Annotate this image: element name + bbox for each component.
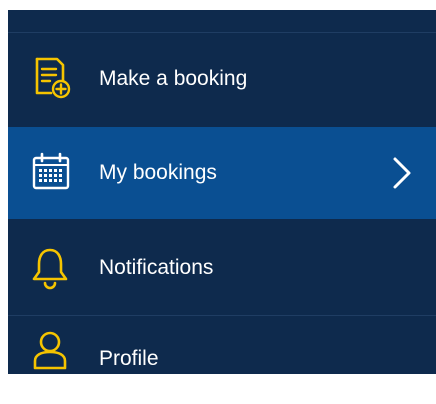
calendar-icon [32,152,70,190]
menu-item-label: My bookings [99,161,217,184]
menu-item-make-a-booking[interactable]: Make a booking [8,33,436,125]
menu-item-notifications[interactable]: Notifications [8,222,436,314]
menu-item-profile[interactable]: Profile [8,316,436,374]
document-add-icon [35,57,71,99]
bell-icon [32,248,68,290]
navigation-menu: Make a booking My bookings Notifications [8,10,436,374]
chevron-right-icon [393,157,411,189]
menu-item-my-bookings[interactable]: My bookings [8,127,436,219]
menu-item-label: Notifications [99,256,214,279]
user-icon [33,331,67,370]
menu-item-label: Make a booking [99,67,248,90]
menu-item-label: Profile [99,347,159,370]
